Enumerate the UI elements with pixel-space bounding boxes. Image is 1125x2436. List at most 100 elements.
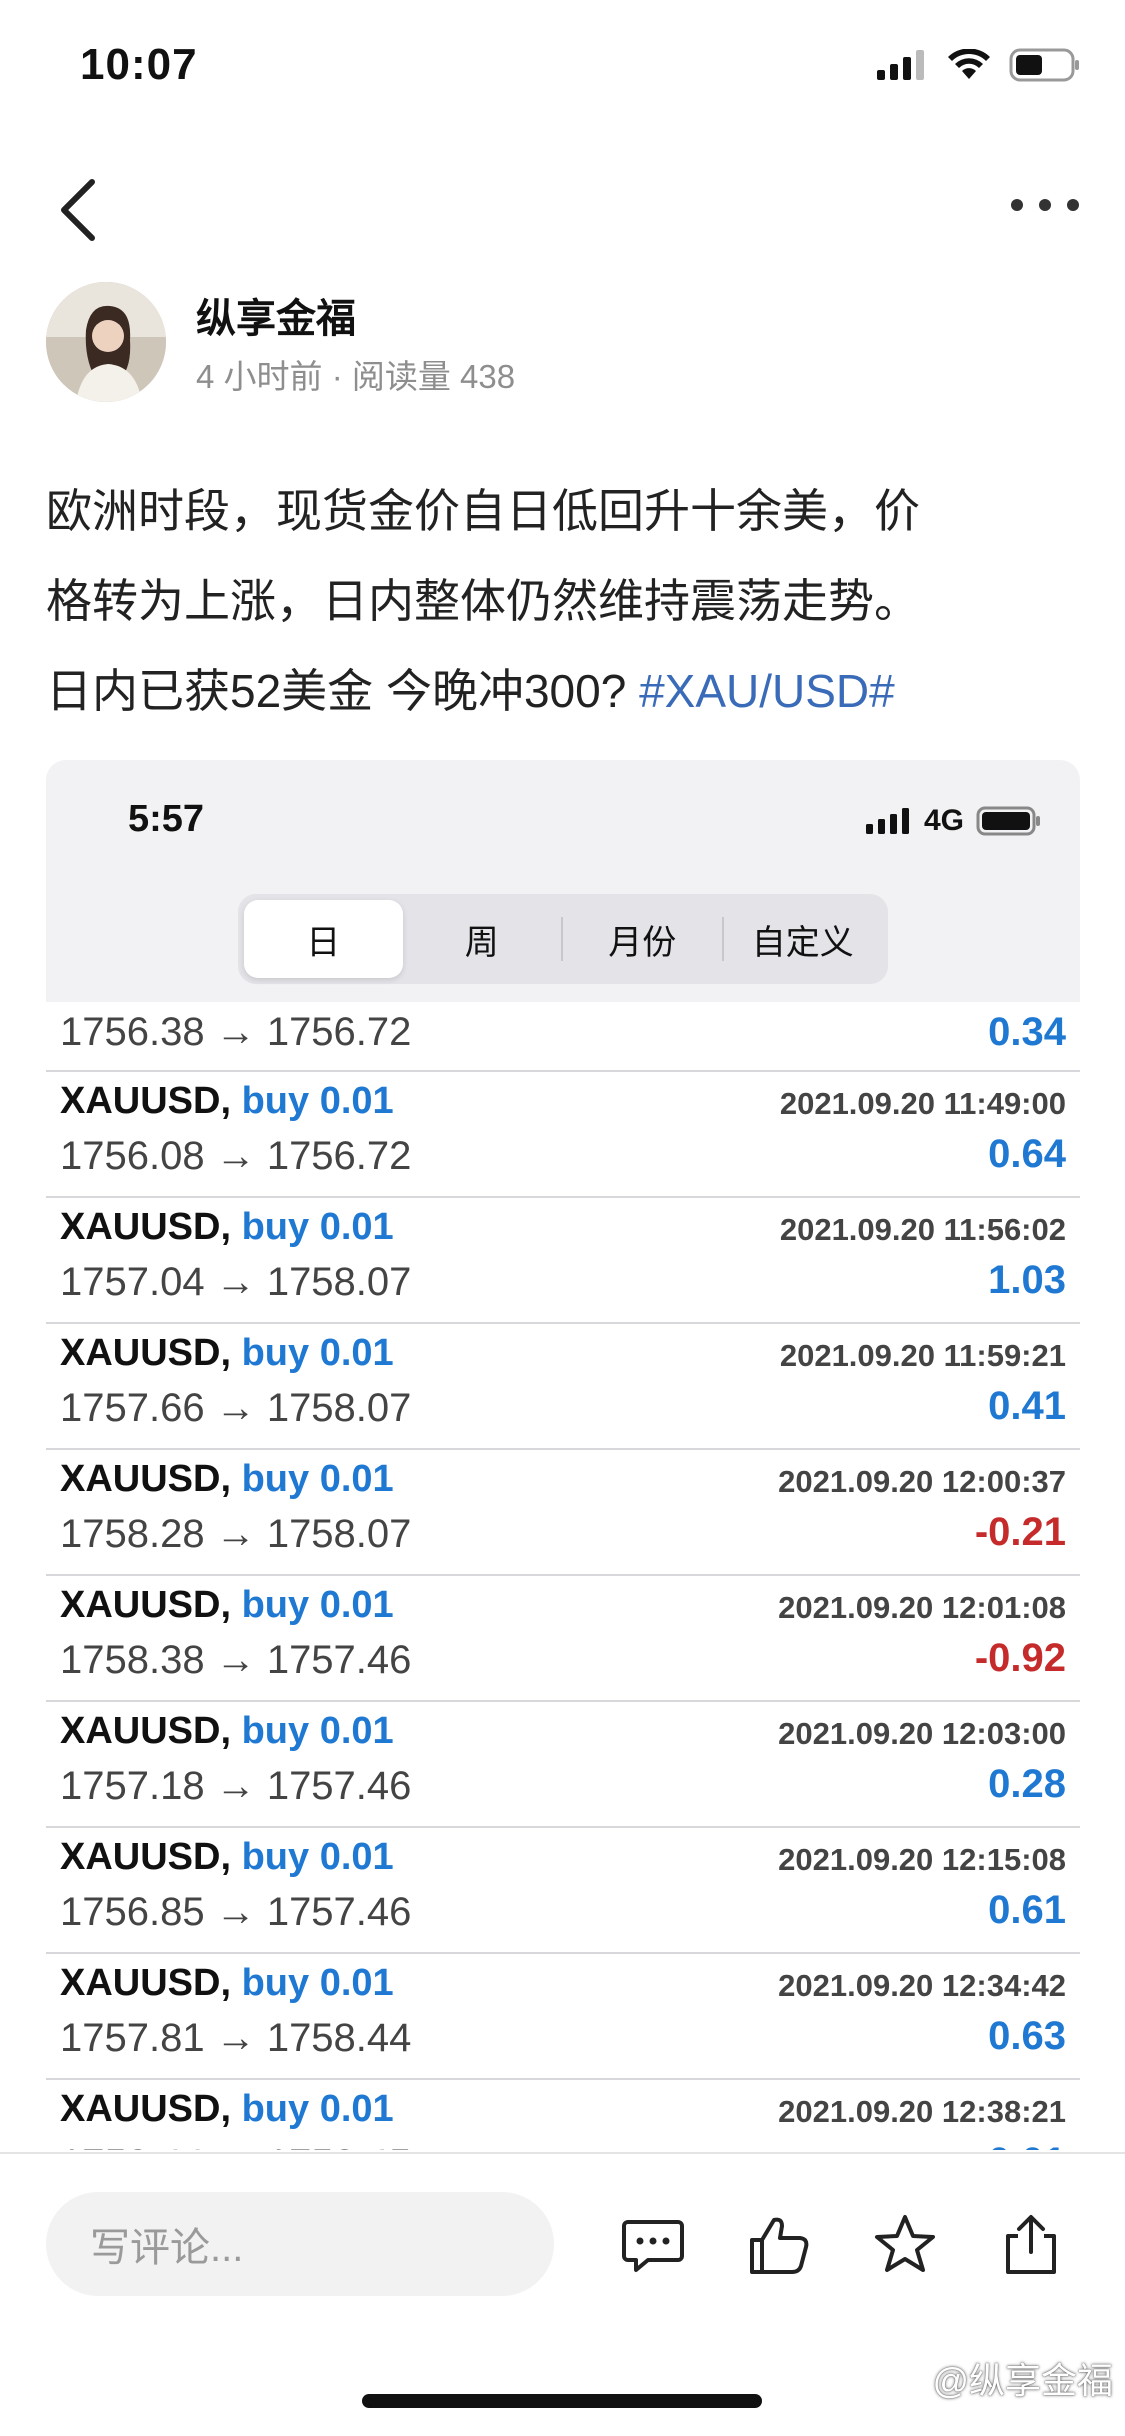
trade-symbol: XAUUSD, buy 0.01	[60, 1332, 394, 1375]
trade-row[interactable]: XAUUSD, buy 0.01 2021.09.20 12:34:42 1757.…	[46, 1954, 1080, 2080]
trade-row[interactable]: XAUUSD, buy 0.01 2021.09.20 11:49:00 1756.…	[46, 1072, 1080, 1198]
wifi-icon	[948, 49, 990, 79]
post-meta: 4 小时前 · 阅读量 438	[196, 358, 516, 395]
status-bar: 10:07	[0, 0, 1125, 140]
trade-row[interactable]: XAUUSD, buy 0.01 2021.09.20 12:01:08 1758.…	[46, 1576, 1080, 1702]
tab-custom[interactable]: 自定义	[724, 900, 883, 978]
trade-date: 2021.09.20 12:15:08	[778, 1842, 1066, 1877]
symbol-label: XAUUSD,	[60, 1962, 232, 2004]
trade-date: 2021.09.20 12:01:08	[778, 1590, 1066, 1625]
signal-icon	[865, 808, 909, 834]
tab-week[interactable]: 周	[403, 900, 562, 978]
like-button[interactable]	[746, 2212, 812, 2278]
comment-input[interactable]: 写评论...	[46, 2192, 554, 2296]
tab-label: 周	[464, 923, 499, 962]
tab-label: 月份	[608, 923, 677, 962]
trade-date: 2021.09.20 12:38:21	[778, 2094, 1066, 2129]
star-icon	[875, 2215, 935, 2272]
battery-icon	[976, 806, 1040, 836]
screenshot-status-icons: 4G	[865, 804, 1042, 838]
bottom-divider	[0, 2152, 1125, 2154]
hashtag-link[interactable]: #XAU/USD#	[639, 665, 895, 717]
trade-profit: 0.01	[988, 2140, 1066, 2150]
author-name[interactable]: 纵享金福	[196, 286, 356, 344]
more-icon	[1011, 199, 1079, 211]
post-line: 欧洲时段，现货金价自日低回升十余美，价	[46, 485, 920, 537]
tab-day[interactable]: 日	[244, 900, 403, 978]
trade-history-list: 1756.38 → 1756.72 0.34 XAUUSD, buy 0.01 2…	[46, 1002, 1080, 2150]
trade-date: 2021.09.20 12:00:37	[778, 1464, 1066, 1499]
more-button[interactable]	[1005, 180, 1085, 230]
trade-rows: XAUUSD, buy 0.01 2021.09.20 11:49:00 1756.…	[46, 1072, 1080, 2150]
trade-date: 2021.09.20 11:56:02	[779, 1212, 1066, 1247]
symbol-label: XAUUSD,	[60, 1332, 232, 1374]
trade-symbol: XAUUSD, buy 0.01	[60, 1710, 394, 1753]
attached-screenshot[interactable]: 5:57 4G 日 周 月份 自定义 1756.38 → 1756.72 0.3…	[46, 760, 1080, 2150]
favorite-button[interactable]	[872, 2212, 938, 2278]
status-icons	[877, 48, 1081, 82]
signal-icon	[877, 50, 924, 80]
trade-row[interactable]: XAUUSD, buy 0.01 2021.09.20 12:03:00 1757.…	[46, 1702, 1080, 1828]
trade-side: buy 0.01	[241, 1080, 394, 1122]
symbol-label: XAUUSD,	[60, 1206, 232, 1248]
trade-row[interactable]: XAUUSD, buy 0.01 2021.09.20 11:56:02 1757.…	[46, 1198, 1080, 1324]
trade-row[interactable]: XAUUSD, buy 0.01 2021.09.20 12:00:37 1758.…	[46, 1450, 1080, 1576]
tab-month[interactable]: 月份	[563, 900, 722, 978]
status-time: 10:07	[80, 40, 198, 89]
trade-symbol: XAUUSD, buy 0.01	[60, 1962, 394, 2005]
trade-row[interactable]: 1756.38 → 1756.72 0.34	[46, 1002, 1080, 1072]
trade-row[interactable]: XAUUSD, buy 0.01 2021.09.20 12:38:21 1758.…	[46, 2080, 1080, 2150]
trade-side: buy 0.01	[241, 1458, 394, 1500]
trade-prices: 1756.85 → 1757.46	[60, 1890, 412, 1934]
post-body: 欧洲时段，现货金价自日低回升十余美，价 格转为上涨，日内整体仍然维持震荡走势。 …	[46, 466, 1086, 736]
share-icon	[1006, 2215, 1056, 2274]
trade-side: buy 0.01	[241, 1332, 394, 1374]
trade-side: buy 0.01	[241, 1206, 394, 1248]
trade-symbol: XAUUSD, buy 0.01	[60, 2088, 394, 2131]
trade-prices: 1756.08 → 1756.72	[60, 1134, 412, 1178]
trade-prices: 1758.28 → 1758.07	[60, 1512, 412, 1556]
trade-prices: 1757.18 → 1757.46	[60, 1764, 412, 1808]
symbol-label: XAUUSD,	[60, 1584, 232, 1626]
symbol-label: XAUUSD,	[60, 2088, 232, 2130]
like-icon	[750, 2217, 809, 2274]
trade-date: 2021.09.20 12:03:00	[778, 1716, 1066, 1751]
home-indicator	[362, 2394, 762, 2408]
avatar[interactable]	[46, 282, 166, 402]
trade-symbol: XAUUSD, buy 0.01	[60, 1080, 394, 1123]
chevron-left-icon	[61, 179, 95, 241]
trade-symbol: XAUUSD, buy 0.01	[60, 1584, 394, 1627]
trade-row[interactable]: XAUUSD, buy 0.01 2021.09.20 12:15:08 1756.…	[46, 1828, 1080, 1954]
period-segmented-control: 日 周 月份 自定义	[238, 894, 888, 984]
trade-profit: 0.64	[988, 1132, 1066, 1176]
avatar-image	[46, 282, 166, 402]
post-line: 格转为上涨，日内整体仍然维持震荡走势。	[46, 575, 920, 627]
symbol-label: XAUUSD,	[60, 1836, 232, 1878]
symbol-label: XAUUSD,	[60, 1710, 232, 1752]
trade-side: buy 0.01	[241, 2088, 394, 2130]
tab-label: 日	[306, 923, 341, 962]
trade-profit: 0.28	[988, 1762, 1066, 1806]
comment-icon	[622, 2220, 684, 2272]
trade-side: buy 0.01	[241, 1584, 394, 1626]
trade-prices: 1757.66 → 1758.07	[60, 1386, 412, 1430]
comment-button[interactable]	[620, 2212, 686, 2278]
trade-prices: 1758.44 → 1758.45	[60, 2142, 411, 2150]
trade-profit: 0.41	[988, 1384, 1066, 1428]
network-label: 4G	[923, 804, 964, 837]
screenshot-status-time: 5:57	[128, 798, 205, 840]
trade-prices: 1757.81 → 1758.44	[60, 2016, 412, 2060]
watermark: @纵享金福	[932, 2360, 1113, 2401]
trade-profit: -0.21	[974, 1510, 1066, 1554]
back-button[interactable]	[52, 170, 112, 250]
trade-prices: 1758.38 → 1757.46	[60, 1638, 412, 1682]
post-line-text: 日内已获52美金 今晚冲300?	[46, 665, 640, 717]
trade-date: 2021.09.20 11:59:21	[779, 1338, 1066, 1373]
trade-row[interactable]: XAUUSD, buy 0.01 2021.09.20 11:59:21 1757.…	[46, 1324, 1080, 1450]
trade-profit: 1.03	[988, 1258, 1066, 1302]
trade-side: buy 0.01	[241, 1710, 394, 1752]
trade-symbol: XAUUSD, buy 0.01	[60, 1458, 394, 1501]
share-button[interactable]	[998, 2212, 1064, 2278]
trade-symbol: XAUUSD, buy 0.01	[60, 1206, 394, 1249]
battery-icon	[1009, 48, 1079, 82]
